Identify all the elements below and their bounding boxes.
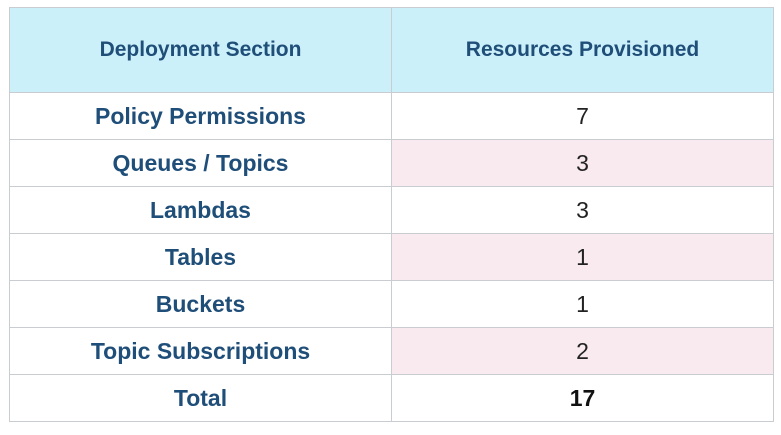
table-row: Tables 1 — [9, 233, 774, 281]
resources-cell: 7 — [391, 92, 774, 140]
table-row: Topic Subscriptions 2 — [9, 327, 774, 375]
table-row: Buckets 1 — [9, 280, 774, 328]
table-row: Lambdas 3 — [9, 186, 774, 234]
resources-table-container: Deployment Section Resources Provisioned… — [9, 7, 774, 422]
section-cell: Topic Subscriptions — [9, 327, 392, 375]
section-cell: Tables — [9, 233, 392, 281]
resources-table: Deployment Section Resources Provisioned… — [9, 7, 774, 422]
section-cell: Buckets — [9, 280, 392, 328]
resources-cell: 2 — [391, 327, 774, 375]
section-cell: Policy Permissions — [9, 92, 392, 140]
table-header-row: Deployment Section Resources Provisioned — [9, 7, 774, 93]
section-cell: Queues / Topics — [9, 139, 392, 187]
resources-cell: 1 — [391, 233, 774, 281]
table-row: Policy Permissions 7 — [9, 92, 774, 140]
section-cell: Lambdas — [9, 186, 392, 234]
resources-cell: 3 — [391, 186, 774, 234]
table-total-row: Total 17 — [9, 374, 774, 422]
column-header-section: Deployment Section — [9, 7, 392, 93]
total-label-cell: Total — [9, 374, 392, 422]
total-value-cell: 17 — [391, 374, 774, 422]
resources-cell: 1 — [391, 280, 774, 328]
table-row: Queues / Topics 3 — [9, 139, 774, 187]
resources-cell: 3 — [391, 139, 774, 187]
column-header-resources: Resources Provisioned — [391, 7, 774, 93]
